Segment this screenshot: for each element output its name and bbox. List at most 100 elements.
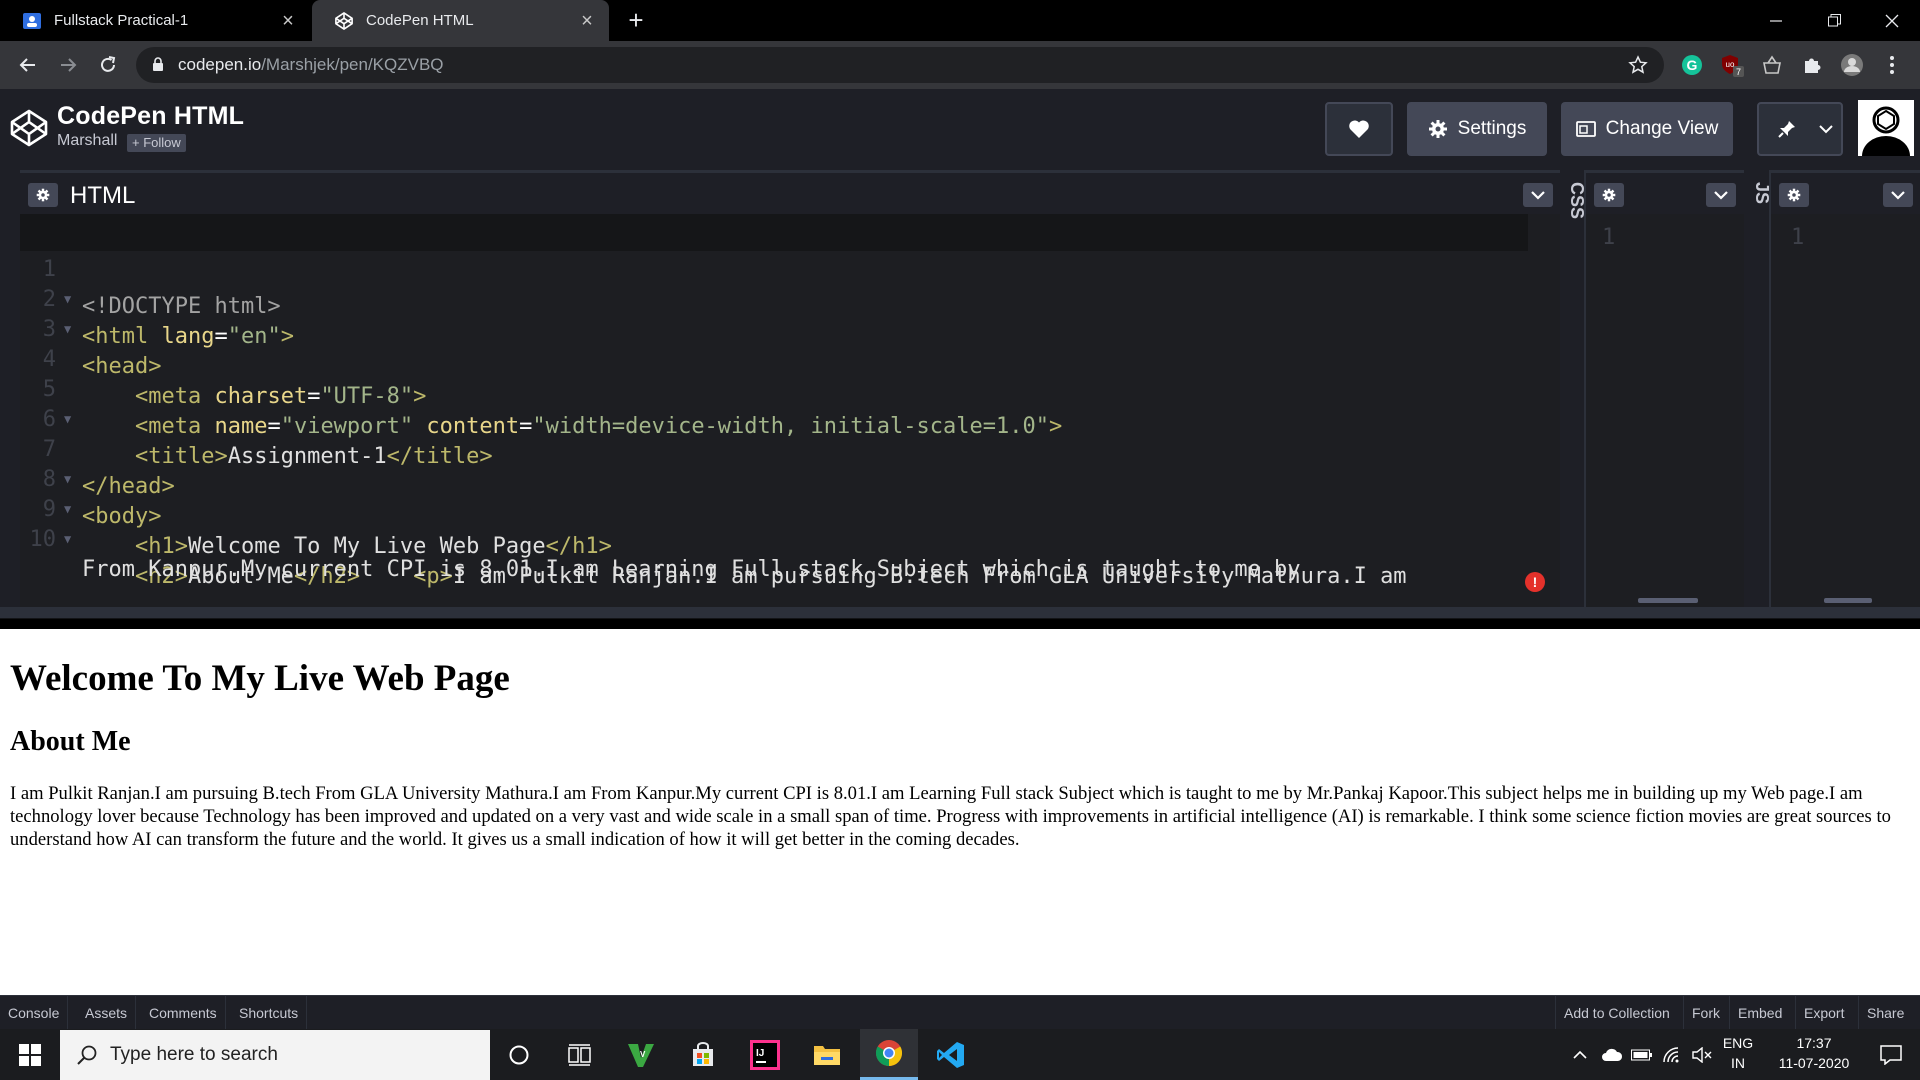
windows-start-icon[interactable] xyxy=(0,1029,60,1080)
codepen-footer: Console Assets Comments Shortcuts Add to… xyxy=(0,995,1920,1030)
fork-button[interactable]: Fork xyxy=(1683,996,1728,1030)
puzzle-extensions-icon[interactable] xyxy=(1798,51,1826,79)
error-indicator-icon[interactable]: ! xyxy=(1525,572,1545,592)
pin-button[interactable] xyxy=(1757,102,1843,156)
preview-pane: Welcome To My Live Web Page About Me I a… xyxy=(0,629,1920,995)
vim-icon[interactable]: V xyxy=(612,1029,670,1080)
chevron-down-icon xyxy=(1714,191,1728,200)
editor-area: HTML 1 <!DOCTYPE html> 2 ▼ <html lang="en… xyxy=(0,170,1920,619)
task-view-icon[interactable] xyxy=(551,1029,609,1080)
embed-button[interactable]: Embed xyxy=(1729,996,1790,1030)
css-editor-tab[interactable]: CSS xyxy=(1564,170,1587,607)
js-settings-button[interactable] xyxy=(1779,183,1809,207)
layout-icon xyxy=(1575,121,1596,137)
onedrive-icon[interactable] xyxy=(1598,1029,1626,1080)
css-editor[interactable]: CSS 1 xyxy=(1564,170,1744,607)
css-horizontal-scrollbar[interactable] xyxy=(1638,598,1698,603)
browser-tab-fullstack[interactable]: Fullstack Practical-1 × xyxy=(0,0,310,41)
html-settings-button[interactable] xyxy=(28,183,58,207)
chevron-up-icon[interactable] xyxy=(1568,1029,1592,1080)
close-tab-icon[interactable]: × xyxy=(577,10,597,32)
chevron-down-icon xyxy=(1531,191,1545,200)
css-editor-menu-button[interactable] xyxy=(1706,183,1736,207)
html-editor[interactable]: HTML 1 <!DOCTYPE html> 2 ▼ <html lang="en… xyxy=(20,170,1578,607)
notification-icon[interactable] xyxy=(1866,1029,1916,1080)
share-button[interactable]: Share xyxy=(1858,996,1912,1030)
gear-icon xyxy=(1787,188,1801,202)
extension-basket-icon[interactable] xyxy=(1758,51,1786,79)
reload-icon[interactable] xyxy=(92,49,124,81)
clock[interactable]: 17:37 11-07-2020 xyxy=(1764,1033,1864,1073)
comments-button[interactable]: Comments xyxy=(141,996,226,1030)
html-editor-header: HTML xyxy=(20,170,1560,214)
preview-subheading: About Me xyxy=(10,726,131,757)
export-button[interactable]: Export xyxy=(1795,996,1852,1030)
js-horizontal-scrollbar[interactable] xyxy=(1824,598,1872,603)
classroom-icon xyxy=(22,11,42,31)
close-window-icon[interactable] xyxy=(1864,0,1920,41)
codepen-logo-icon[interactable] xyxy=(9,108,49,153)
region-code: IN xyxy=(1731,1055,1745,1071)
like-button[interactable] xyxy=(1325,102,1393,156)
browser-tab-codepen[interactable]: CodePen HTML × xyxy=(312,0,609,41)
browser-toolbar: codepen.io/Marshjek/pen/KQZVBQ G uo 7 xyxy=(0,41,1920,89)
clock-date: 11-07-2020 xyxy=(1778,1055,1850,1071)
search-placeholder: Type here to search xyxy=(110,1044,278,1065)
chevron-down-icon[interactable] xyxy=(1819,118,1833,140)
svg-text:V: V xyxy=(640,1050,646,1059)
back-arrow-icon[interactable] xyxy=(12,49,44,81)
editor-preview-resizer[interactable] xyxy=(0,607,1920,619)
add-to-collection-button[interactable]: Add to Collection xyxy=(1555,996,1678,1030)
tab-title: Fullstack Practical-1 xyxy=(54,12,189,29)
chrome-menu-icon[interactable] xyxy=(1878,51,1906,79)
taskbar-search-box[interactable]: Type here to search xyxy=(60,1030,490,1080)
follow-button[interactable]: + Follow xyxy=(127,134,186,152)
js-editor-menu-button[interactable] xyxy=(1883,183,1913,207)
speaker-muted-icon[interactable] xyxy=(1688,1029,1716,1080)
user-avatar[interactable] xyxy=(1858,100,1914,156)
preview-paragraph: I am Pulkit Ranjan.I am pursuing B.tech … xyxy=(10,783,1891,850)
input-language[interactable]: ENG IN xyxy=(1718,1033,1758,1073)
profile-avatar[interactable] xyxy=(1838,51,1866,79)
change-view-button[interactable]: Change View xyxy=(1561,102,1733,156)
address-bar[interactable]: codepen.io/Marshjek/pen/KQZVBQ xyxy=(136,47,1664,83)
cortana-icon[interactable] xyxy=(490,1029,548,1080)
vscode-icon[interactable] xyxy=(922,1029,980,1080)
chrome-taskbar-icon[interactable] xyxy=(860,1029,918,1080)
shortcuts-button[interactable]: Shortcuts xyxy=(231,996,308,1030)
microsoft-store-icon[interactable] xyxy=(674,1029,732,1080)
settings-button[interactable]: Settings xyxy=(1407,102,1547,156)
css-settings-button[interactable] xyxy=(1594,183,1624,207)
pen-title[interactable]: CodePen HTML xyxy=(57,102,244,131)
close-tab-icon[interactable]: × xyxy=(278,10,298,32)
minimize-icon[interactable] xyxy=(1748,0,1804,41)
ublock-icon[interactable]: uo 7 xyxy=(1718,51,1746,79)
js-editor[interactable]: JS 1 xyxy=(1749,170,1920,607)
grammarly-icon[interactable]: G xyxy=(1678,51,1706,79)
intellij-icon[interactable]: IJ xyxy=(736,1029,794,1080)
bookmark-star-icon[interactable] xyxy=(1628,55,1648,80)
code-area[interactable]: 1 <!DOCTYPE html> 2 ▼ <html lang="en"> 3 ▼… xyxy=(20,214,1528,607)
new-tab-button[interactable]: + xyxy=(620,7,652,34)
svg-text:G: G xyxy=(1687,57,1698,73)
file-explorer-icon[interactable] xyxy=(798,1029,856,1080)
preview-heading: Welcome To My Live Web Page xyxy=(10,658,510,699)
html-editor-menu-button[interactable] xyxy=(1523,183,1553,207)
change-view-label: Change View xyxy=(1605,118,1719,139)
assets-button[interactable]: Assets xyxy=(77,996,137,1030)
js-editor-tab[interactable]: JS xyxy=(1749,170,1772,607)
code-line: From Kanpur.My current CPI is 8.01.I am … xyxy=(82,557,1301,582)
gear-icon xyxy=(1602,188,1616,202)
language-code: ENG xyxy=(1722,1035,1754,1051)
wifi-icon[interactable] xyxy=(1658,1029,1686,1080)
console-button[interactable]: Console xyxy=(0,996,69,1030)
clock-time: 17:37 xyxy=(1796,1035,1832,1051)
browser-tab-strip: Fullstack Practical-1 × CodePen HTML × + xyxy=(0,0,1920,41)
codepen-header: CodePen HTML Marshall + Follow Settings … xyxy=(0,89,1920,170)
forward-arrow-icon[interactable] xyxy=(52,49,84,81)
restore-icon[interactable] xyxy=(1806,0,1862,41)
pen-author[interactable]: Marshall xyxy=(57,132,117,150)
gear-icon xyxy=(1428,120,1447,138)
battery-icon[interactable] xyxy=(1628,1029,1656,1080)
heart-icon xyxy=(1349,120,1369,138)
